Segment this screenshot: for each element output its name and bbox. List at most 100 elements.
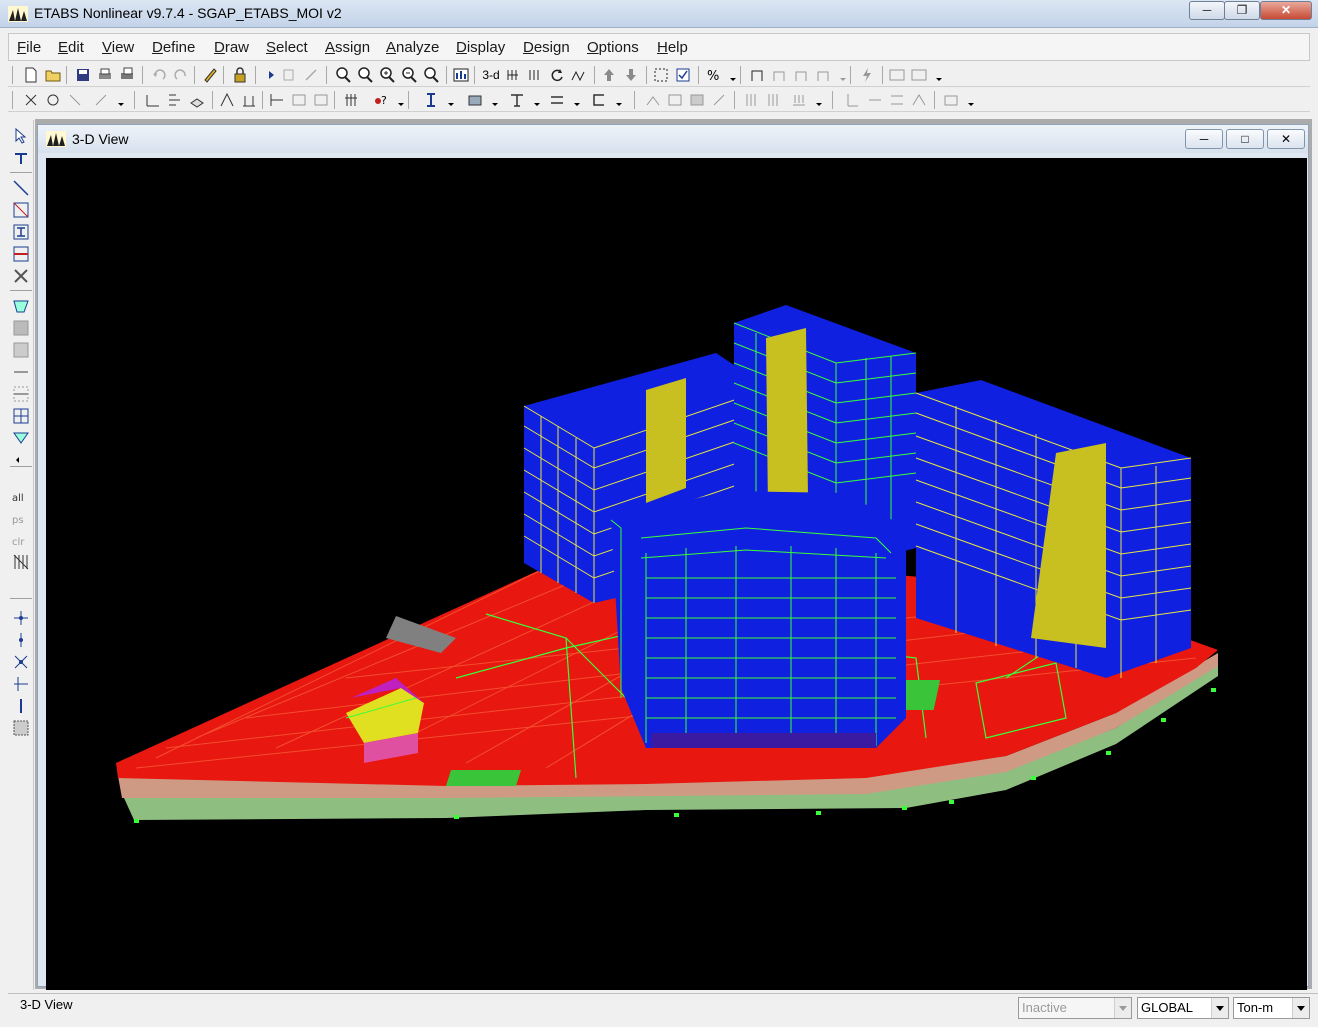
response-spectrum-dropdown[interactable]	[930, 66, 942, 84]
assign-link-button[interactable]	[710, 91, 728, 109]
define-time-history-button[interactable]	[290, 91, 308, 109]
draw-line-button[interactable]	[11, 178, 31, 198]
set-display-options-button[interactable]	[674, 66, 692, 84]
define-material-button[interactable]	[144, 91, 162, 109]
display-tables-button[interactable]	[942, 91, 960, 109]
3d-model-viewport[interactable]	[46, 158, 1307, 990]
perspective-toggle-button[interactable]	[570, 66, 588, 84]
define-mass-source-button[interactable]	[342, 91, 360, 109]
restore-button[interactable]: ❐	[1224, 1, 1260, 20]
create-column-region-button[interactable]	[11, 222, 31, 242]
define-wall-slab-button[interactable]	[188, 91, 206, 109]
create-beam-region-button[interactable]	[11, 244, 31, 264]
snap-options-button[interactable]: %	[704, 66, 722, 84]
show-undeformed-shape-button[interactable]	[748, 66, 766, 84]
assign-spandrel-button[interactable]	[764, 91, 782, 109]
define-load-combo-button[interactable]	[312, 91, 330, 109]
menu-edit[interactable]: Edit	[58, 39, 84, 56]
menu-select[interactable]: Select	[266, 39, 308, 56]
draw-beam-button[interactable]	[548, 91, 566, 109]
print-tables-button[interactable]	[118, 66, 136, 84]
elevation-view-button[interactable]	[526, 66, 544, 84]
define-link-button[interactable]	[218, 91, 236, 109]
child-close-button[interactable]: ✕	[1267, 129, 1305, 149]
display-tables-dropdown[interactable]	[962, 91, 974, 109]
intersecting-line-select-button[interactable]	[11, 552, 31, 572]
select-center-button[interactable]	[44, 91, 62, 109]
draw-frame-dropdown[interactable]	[442, 91, 454, 109]
draw-wall-dropdown[interactable]	[610, 91, 622, 109]
snap-to-intersections-button[interactable]	[11, 652, 31, 672]
snap-to-ends-button[interactable]	[11, 630, 31, 650]
reshape-button[interactable]	[11, 148, 31, 168]
mode-shape-dropdown[interactable]	[834, 66, 846, 84]
plan-view-button[interactable]	[504, 66, 522, 84]
draw-column-dropdown[interactable]	[528, 91, 540, 109]
3d-view-button[interactable]: 3-d	[480, 66, 502, 84]
units-select[interactable]: Ton-m	[1233, 997, 1310, 1019]
open-button[interactable]	[44, 66, 62, 84]
close-button[interactable]: ✕	[1260, 1, 1312, 20]
refresh-window-button[interactable]	[452, 66, 470, 84]
zoom-in-button[interactable]	[378, 66, 396, 84]
create-area-region-button[interactable]	[11, 340, 31, 360]
replicate-dropdown[interactable]	[112, 91, 124, 109]
unlock-button[interactable]	[302, 66, 320, 84]
assign-loads-button[interactable]	[790, 91, 808, 109]
run-model-alive-button[interactable]	[280, 66, 298, 84]
print-graphics-button[interactable]	[96, 66, 114, 84]
display-frame-forces-button[interactable]	[866, 91, 884, 109]
assign-shell-button[interactable]	[688, 91, 706, 109]
snap-to-lines-button[interactable]	[11, 696, 31, 716]
menu-analyze[interactable]: Analyze	[386, 39, 439, 56]
create-braces-button[interactable]	[11, 266, 31, 286]
menu-design[interactable]: Design	[523, 39, 570, 56]
menu-draw[interactable]: Draw	[214, 39, 249, 56]
undo-button[interactable]	[150, 66, 168, 84]
create-line-region-button[interactable]	[11, 200, 31, 220]
display-shell-forces-button[interactable]	[888, 91, 906, 109]
draw-dimension-button[interactable]	[11, 428, 31, 448]
define-frame-section-button[interactable]	[166, 91, 184, 109]
snap-to-points-button[interactable]	[11, 608, 31, 628]
draw-frame-button[interactable]	[422, 91, 440, 109]
show-deformed-shape-button[interactable]	[792, 66, 810, 84]
display-support-button[interactable]	[844, 91, 862, 109]
clear-selection-button[interactable]: clr	[11, 530, 31, 550]
coordinate-system-select[interactable]: GLOBAL	[1137, 997, 1229, 1019]
replicate-button[interactable]	[92, 91, 110, 109]
menu-view[interactable]: View	[102, 39, 134, 56]
rotate-3d-button[interactable]	[548, 66, 566, 84]
draw-wall-button[interactable]	[590, 91, 608, 109]
draw-area-dropdown[interactable]	[486, 91, 498, 109]
minimize-button[interactable]: ─	[1189, 1, 1225, 20]
define-static-load-button[interactable]	[240, 91, 258, 109]
snap-to-fine-grid-button[interactable]	[11, 718, 31, 738]
zoom-out-button[interactable]	[400, 66, 418, 84]
lock-model-button[interactable]	[231, 66, 249, 84]
show-energy-diagram-button[interactable]	[888, 66, 906, 84]
draw-beam-dropdown[interactable]	[568, 91, 580, 109]
run-analysis-button[interactable]	[262, 66, 280, 84]
snap-options-dropdown[interactable]	[724, 66, 736, 84]
menu-file[interactable]: File	[17, 39, 41, 56]
draw-rect-area-button[interactable]	[11, 318, 31, 338]
edit-button[interactable]	[201, 66, 219, 84]
define-response-spectrum-button[interactable]	[268, 91, 286, 109]
draw-area-tool-button[interactable]	[11, 296, 31, 316]
add-special-dropdown[interactable]	[392, 91, 404, 109]
object-shrink-button[interactable]	[652, 66, 670, 84]
assign-loads-dropdown[interactable]	[810, 91, 822, 109]
assign-frame-section-button[interactable]	[666, 91, 684, 109]
menu-define[interactable]: Define	[152, 39, 195, 56]
menu-assign[interactable]: Assign	[325, 39, 370, 56]
select-points-button[interactable]	[66, 91, 84, 109]
assign-pier-button[interactable]	[742, 91, 760, 109]
new-model-button[interactable]	[22, 66, 40, 84]
show-loads-button[interactable]	[770, 66, 788, 84]
select-joints-button[interactable]	[22, 91, 40, 109]
show-mode-shape-button[interactable]	[814, 66, 832, 84]
restore-full-view-button[interactable]	[356, 66, 374, 84]
move-down-button[interactable]	[622, 66, 640, 84]
get-previous-selection-button[interactable]: ps	[11, 508, 31, 528]
